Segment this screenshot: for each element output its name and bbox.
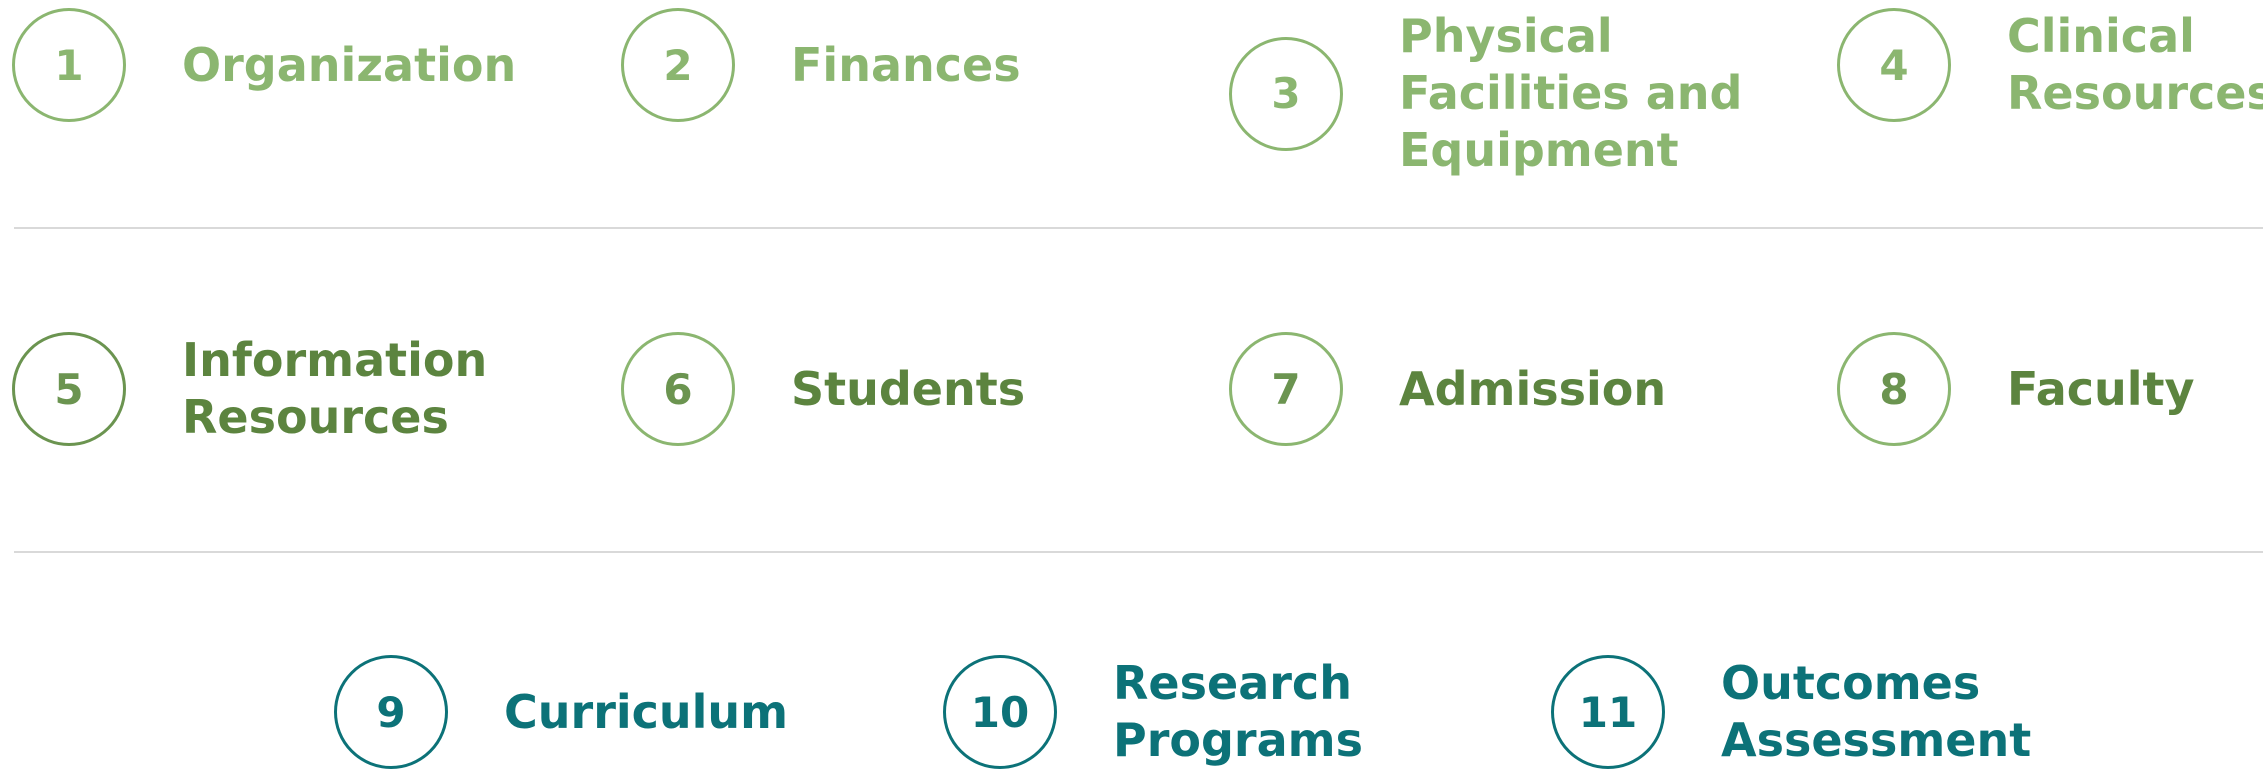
number-circle: 2	[621, 8, 735, 122]
standard-item-4: 4 Clinical Resources	[1837, 8, 2263, 122]
item-label: Clinical Resources	[2007, 9, 2263, 120]
item-label: Faculty	[2007, 361, 2195, 416]
standard-item-5: 5 Information Resources	[12, 332, 487, 446]
standard-item-6: 6 Students	[621, 332, 1025, 446]
row-divider	[14, 227, 2263, 229]
standard-item-9: 9 Curriculum	[334, 655, 788, 769]
standard-item-2: 2 Finances	[621, 8, 1021, 122]
number-circle: 5	[12, 332, 126, 446]
standard-item-11: 11 Outcomes Assessment	[1551, 655, 2031, 769]
standard-item-10: 10 Research Programs	[943, 655, 1363, 769]
number-circle: 10	[943, 655, 1057, 769]
standard-item-8: 8 Faculty	[1837, 332, 2195, 446]
item-label: Admission	[1399, 361, 1667, 416]
row-divider	[14, 551, 2263, 553]
item-label: Physical Facilities and Equipment	[1399, 9, 1743, 177]
item-label: Students	[791, 361, 1026, 416]
number-circle: 8	[1837, 332, 1951, 446]
item-label: Finances	[791, 37, 1021, 92]
standard-item-3: 3 Physical Facilities and Equipment	[1229, 8, 1742, 179]
number-circle: 3	[1229, 36, 1343, 151]
item-label: Research Programs	[1113, 656, 1363, 767]
number-circle: 9	[334, 655, 448, 769]
item-label: Outcomes Assessment	[1721, 656, 2032, 767]
number-circle: 6	[621, 332, 735, 446]
number-circle: 1	[12, 8, 126, 122]
standard-item-7: 7 Admission	[1229, 332, 1666, 446]
number-circle: 11	[1551, 655, 1665, 769]
number-circle: 7	[1229, 332, 1343, 446]
standard-item-1: 1 Organization	[12, 8, 516, 122]
item-label: Curriculum	[504, 684, 789, 739]
number-circle: 4	[1837, 8, 1951, 122]
item-label: Information Resources	[182, 333, 488, 444]
item-label: Organization	[182, 37, 517, 92]
